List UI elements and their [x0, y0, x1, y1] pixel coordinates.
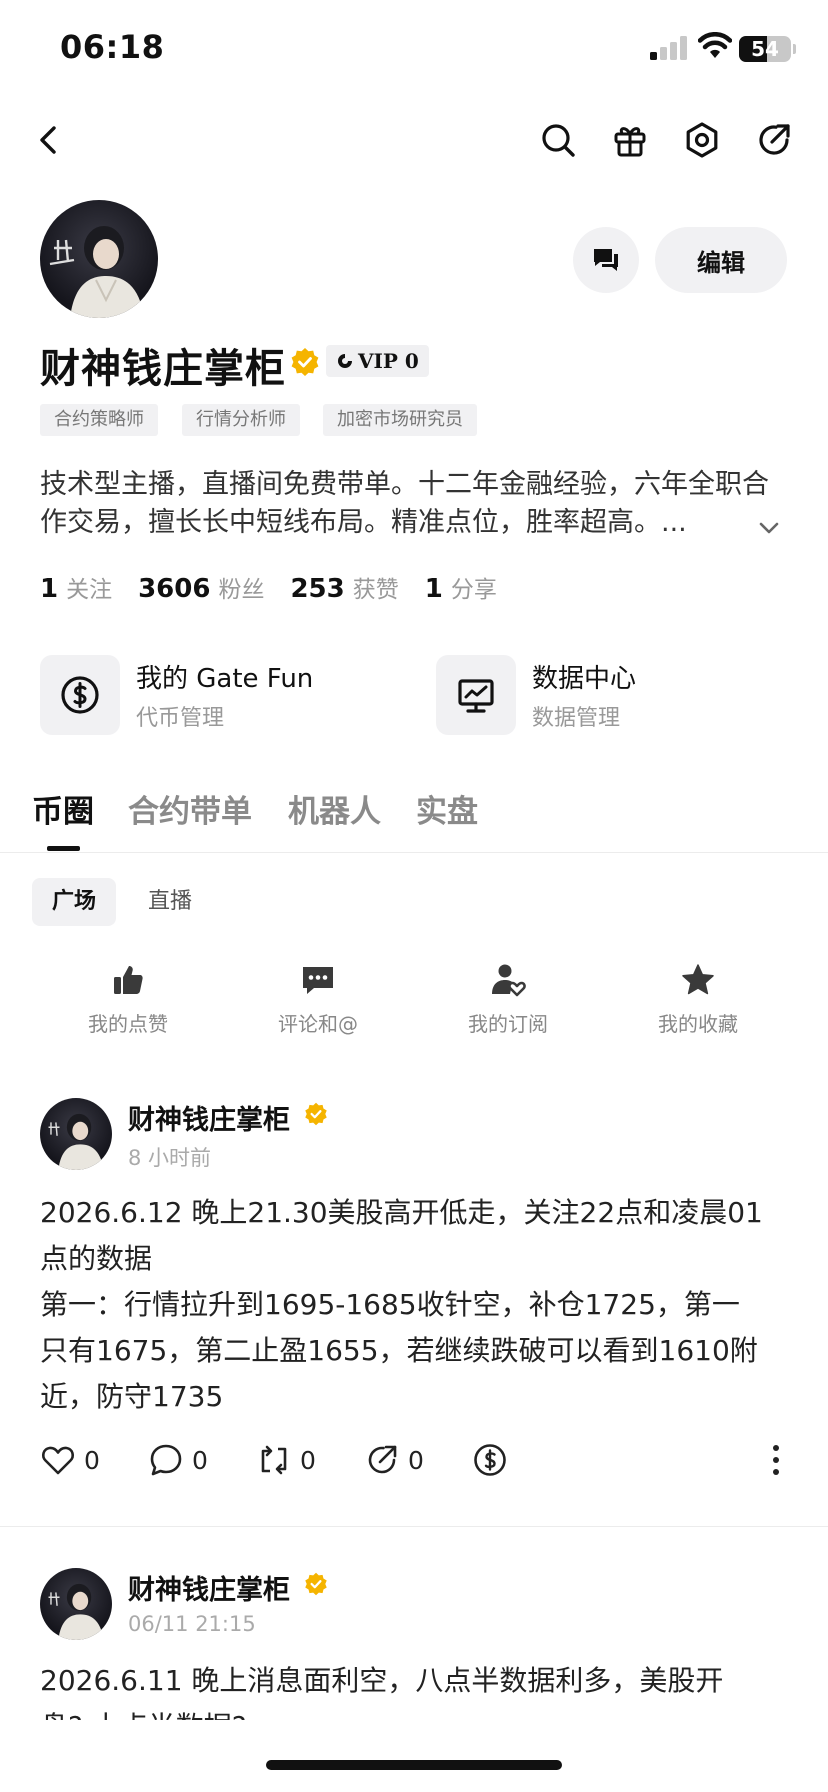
chart-monitor-icon — [458, 679, 494, 713]
gate-fun-title[interactable]: 我的 Gate Fun — [136, 658, 313, 695]
tabs-divider — [0, 852, 828, 853]
profile-stats: 1 关注 3606 粉丝 253 获赞 1 分享 — [40, 570, 523, 604]
gift-icon[interactable] — [610, 120, 650, 160]
subtab-square[interactable]: 广场 — [32, 878, 117, 926]
edit-profile-button[interactable]: 编辑 — [655, 227, 787, 293]
comment-count: 0 — [192, 1445, 208, 1475]
wifi-icon — [698, 32, 732, 58]
like-count: 0 — [84, 1445, 100, 1475]
my-likes-label: 我的点赞 — [88, 1012, 168, 1036]
data-center-tile[interactable] — [436, 655, 516, 735]
vip-badge[interactable]: VIP 0 — [326, 345, 429, 377]
battery-level: 54 — [751, 37, 779, 61]
tab-live-trading[interactable]: 实盘 — [416, 786, 478, 831]
post-timestamp: 8 小时前 — [128, 1146, 212, 1170]
my-subscriptions-button[interactable]: 我的订阅 — [428, 962, 588, 1037]
post-line: 近，防守1735 — [40, 1380, 224, 1413]
post-author-avatar[interactable] — [40, 1568, 112, 1640]
my-subscriptions-label: 我的订阅 — [468, 1012, 548, 1036]
profile-bio: 技术型主播，直播间免费带单。十二年金融经验，六年全职合作交易，擅长长中短线布局。… — [40, 469, 769, 538]
following-label[interactable]: 关注 — [66, 570, 112, 604]
comment-icon — [303, 967, 333, 994]
tab-active-indicator — [47, 846, 80, 851]
tab-bots[interactable]: 机器人 — [288, 786, 381, 831]
repost-button[interactable]: 0 — [256, 1442, 316, 1478]
share-post-button[interactable]: 0 — [364, 1442, 424, 1478]
comment-bubble-icon — [150, 1444, 182, 1476]
tag-crypto-researcher: 加密市场研究员 — [323, 404, 477, 436]
gate-fun-subtitle: 代币管理 — [136, 706, 225, 731]
data-center-title[interactable]: 数据中心 — [532, 658, 636, 695]
vip-logo-icon — [338, 354, 352, 368]
home-indicator[interactable] — [266, 1760, 562, 1770]
shares-label: 分享 — [450, 577, 497, 603]
coin-icon — [474, 1444, 506, 1476]
post-line: 2026.6.12 晚上21.30美股高开低走，关注22点和凌晨01 — [40, 1196, 763, 1229]
post-line: 只有1675，第二止盈1655，若继续跌破可以看到1610附 — [40, 1334, 758, 1367]
settings-icon[interactable] — [682, 120, 722, 160]
search-icon[interactable] — [538, 120, 578, 160]
like-button[interactable]: 0 — [40, 1442, 100, 1478]
my-favorites-button[interactable]: 我的收藏 — [618, 962, 778, 1037]
post-author-name[interactable]: 财神钱庄掌柜 — [128, 1568, 290, 1607]
tip-button[interactable] — [472, 1442, 516, 1478]
post-line: 2026.6.11 晚上消息面利空，八点半数据利多，美股开 — [40, 1664, 724, 1697]
verified-badge-icon — [305, 1572, 327, 1596]
post-line: 第一：行情拉升到1695-1685收针空，补仓1725，第一 — [40, 1288, 740, 1321]
vip-level: VIP 0 — [358, 349, 419, 373]
post-body[interactable]: 2026.6.12 晚上21.30美股高开低走，关注22点和凌晨01 点的数据 … — [40, 1190, 790, 1420]
repost-count: 0 — [300, 1445, 316, 1475]
tag-contract-strategist: 合约策略师 — [40, 404, 158, 436]
tab-contract-copy-trading[interactable]: 合约带单 — [128, 786, 252, 831]
comments-mentions-label: 评论和@ — [278, 1012, 358, 1036]
repost-icon — [261, 1445, 287, 1475]
post-author-avatar[interactable] — [40, 1098, 112, 1170]
post-divider — [0, 1526, 828, 1527]
subtab-live[interactable]: 直播 — [128, 878, 212, 926]
post-author-name[interactable]: 财神钱庄掌柜 — [128, 1098, 290, 1137]
coin-icon — [61, 676, 99, 714]
chat-icon — [594, 249, 618, 271]
status-time: 06:18 — [60, 28, 165, 66]
likes-received-label: 获赞 — [352, 577, 399, 603]
avatar[interactable] — [40, 200, 158, 318]
battery-tip — [793, 44, 796, 54]
likes-received-count: 253 — [290, 574, 345, 604]
my-favorites-label: 我的收藏 — [658, 1012, 738, 1036]
profile-name: 财神钱庄掌柜 — [40, 346, 286, 392]
message-button[interactable] — [573, 227, 639, 293]
followers-label[interactable]: 粉丝 — [218, 570, 264, 604]
following-count[interactable]: 1 — [40, 574, 58, 604]
post-line: 点的数据 — [40, 1242, 153, 1275]
star-icon — [682, 964, 714, 995]
back-icon[interactable] — [28, 120, 68, 160]
tab-crypto-circle[interactable]: 币圈 — [32, 786, 94, 831]
post-timestamp: 06/11 21:15 — [128, 1612, 256, 1636]
shares-count: 1 — [424, 574, 443, 604]
cellular-signal-icon — [650, 36, 687, 60]
more-options-icon[interactable] — [764, 1442, 788, 1478]
battery-indicator: 54 — [739, 36, 791, 62]
gate-fun-tile[interactable] — [40, 655, 120, 735]
comments-mentions-button[interactable]: 评论和@ — [238, 962, 398, 1037]
verified-badge-icon — [291, 348, 319, 376]
share-count: 0 — [408, 1445, 424, 1475]
comment-button[interactable]: 0 — [148, 1442, 208, 1478]
post-body[interactable]: 2026.6.11 晚上消息面利空，八点半数据利多，美股开 盘? 十点半数据? — [40, 1658, 790, 1720]
followers-count[interactable]: 3606 — [138, 574, 210, 604]
data-center-subtitle: 数据管理 — [532, 706, 621, 731]
tag-market-analyst: 行情分析师 — [182, 404, 300, 436]
my-likes-button[interactable]: 我的点赞 — [48, 962, 208, 1037]
post-line: 盘? 十点半数据? — [40, 1704, 790, 1720]
share-icon[interactable] — [754, 120, 794, 160]
thumbs-up-icon — [114, 966, 143, 994]
chevron-down-icon[interactable] — [757, 516, 781, 540]
heart-icon — [42, 1446, 74, 1475]
subscribe-icon — [492, 964, 526, 997]
verified-badge-icon — [305, 1102, 327, 1126]
share-icon — [368, 1445, 397, 1474]
